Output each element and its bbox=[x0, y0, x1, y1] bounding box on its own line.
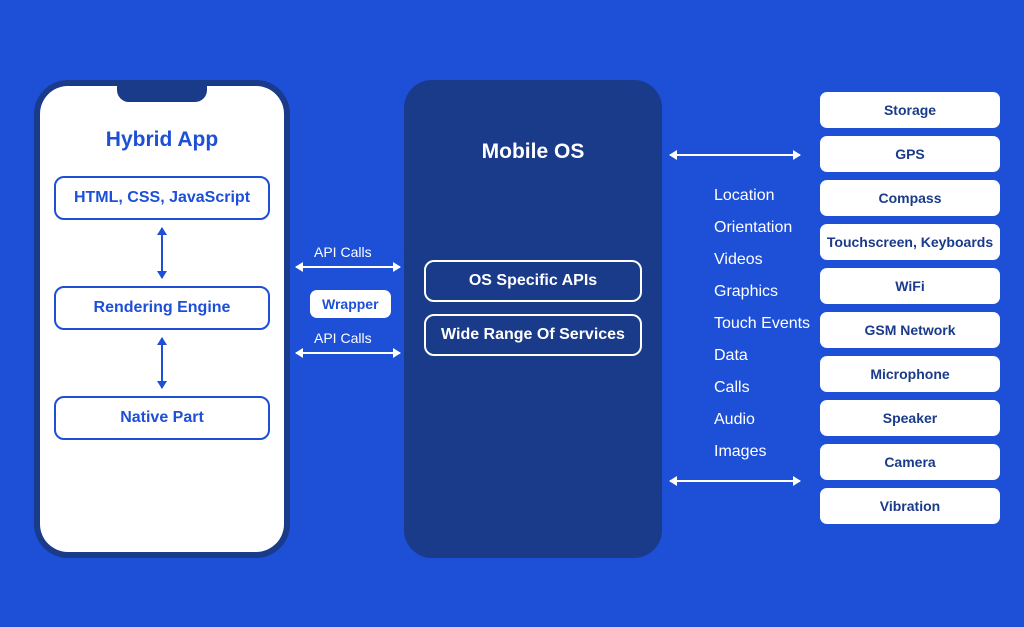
service-list: Location Orientation Videos Graphics Tou… bbox=[714, 180, 814, 468]
vertical-arrow-icon bbox=[161, 338, 163, 388]
service-item: Audio bbox=[714, 404, 814, 436]
device-box: Storage bbox=[820, 92, 1000, 128]
arrow-api-bottom bbox=[296, 352, 400, 354]
arrow-html-render: HTML API calls bbox=[161, 228, 163, 278]
arrow-os-right-top bbox=[670, 154, 800, 156]
arrow-label: API bbox=[326, 354, 347, 369]
phone-notch bbox=[117, 86, 207, 102]
service-item: Location bbox=[714, 180, 814, 212]
arrow-api-top bbox=[296, 266, 400, 268]
hybrid-app-phone: Hybrid App HTML, CSS, JavaScript HTML AP… bbox=[34, 80, 290, 558]
device-box: GPS bbox=[820, 136, 1000, 172]
device-box: Touchscreen, Keyboards bbox=[820, 224, 1000, 260]
device-box: Camera bbox=[820, 444, 1000, 480]
wrapper-box: Wrapper bbox=[310, 290, 391, 318]
os-box-services: Wide Range Of Services bbox=[424, 314, 642, 356]
mobile-os-block: Mobile OS OS Specific APIs Wide Range Of… bbox=[404, 80, 662, 558]
device-box: Vibration bbox=[820, 488, 1000, 524]
service-item: Images bbox=[714, 436, 814, 468]
service-item: Orientation bbox=[714, 212, 814, 244]
device-list: Storage GPS Compass Touchscreen, Keyboar… bbox=[820, 92, 1000, 524]
hybrid-title: Hybrid App bbox=[106, 128, 218, 152]
os-box-apis: OS Specific APIs bbox=[424, 260, 642, 302]
hybrid-box-html: HTML, CSS, JavaScript bbox=[54, 176, 270, 220]
hybrid-box-render: Rendering Engine bbox=[54, 286, 270, 330]
arrow-api-top-label: API Calls bbox=[314, 244, 372, 260]
service-item: Touch Events bbox=[714, 308, 814, 340]
service-item: Data bbox=[714, 340, 814, 372]
service-item: Calls bbox=[714, 372, 814, 404]
device-box: WiFi bbox=[820, 268, 1000, 304]
os-title: Mobile OS bbox=[482, 140, 585, 164]
device-box: GSM Network bbox=[820, 312, 1000, 348]
arrow-render-native: API bbox=[161, 338, 163, 388]
hybrid-box-native: Native Part bbox=[54, 396, 270, 440]
service-item: Graphics bbox=[714, 276, 814, 308]
arrow-api-bottom-label: API Calls bbox=[314, 330, 372, 346]
device-box: Compass bbox=[820, 180, 1000, 216]
vertical-arrow-icon bbox=[161, 228, 163, 278]
phone-screen: Hybrid App HTML, CSS, JavaScript HTML AP… bbox=[40, 86, 284, 552]
service-item: Videos bbox=[714, 244, 814, 276]
device-box: Speaker bbox=[820, 400, 1000, 436]
device-box: Microphone bbox=[820, 356, 1000, 392]
arrow-os-right-bottom bbox=[670, 480, 800, 482]
